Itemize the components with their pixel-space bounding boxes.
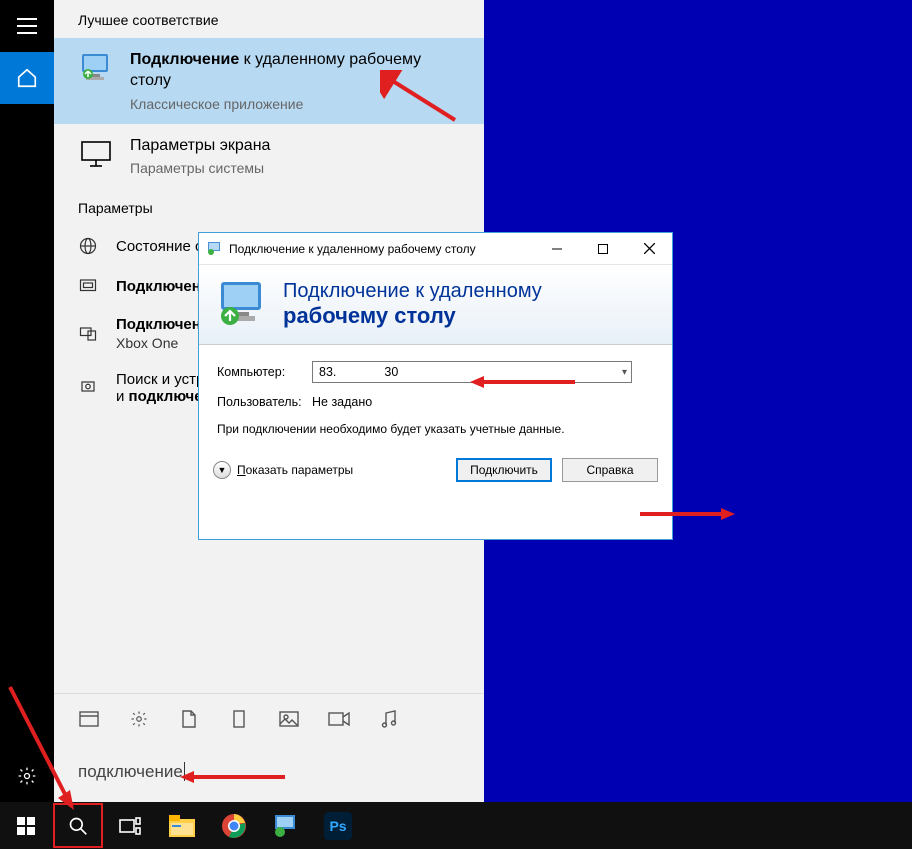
result-remote-desktop[interactable]: Подключение к удаленному рабочему столу … [54, 38, 484, 124]
monitor-icon [78, 136, 114, 172]
user-label: Пользователь: [217, 395, 312, 409]
show-options-button[interactable]: ▼ Показать параметры [213, 461, 353, 479]
chrome-icon [219, 811, 249, 841]
minimize-button[interactable] [534, 233, 580, 264]
globe-icon [78, 236, 98, 256]
filter-folders-icon[interactable] [228, 708, 250, 730]
taskbar: Ps [0, 802, 912, 849]
taskbar-chrome[interactable] [208, 802, 260, 849]
filter-videos-icon[interactable] [328, 708, 350, 730]
file-explorer-icon [167, 811, 197, 841]
rdp-dialog: Подключение к удаленному рабочему столу … [198, 232, 673, 540]
troubleshoot-icon [78, 378, 98, 398]
projection-icon [78, 276, 98, 296]
photoshop-icon: Ps [324, 812, 352, 840]
gear-icon [17, 766, 37, 786]
task-view-icon [119, 817, 141, 835]
menu-icon [17, 18, 37, 34]
start-left-rail [0, 0, 54, 802]
rdp-taskbar-icon [271, 811, 301, 841]
filter-apps-icon[interactable] [78, 708, 100, 730]
best-match-header: Лучшее соответствие [54, 0, 484, 38]
credentials-note: При подключении необходимо будет указать… [217, 421, 654, 438]
maximize-button[interactable] [580, 233, 626, 264]
filter-music-icon[interactable] [378, 708, 400, 730]
rdp-header: Подключение к удаленному рабочему столу [199, 265, 672, 345]
settings-button[interactable] [0, 750, 54, 802]
result-display-settings[interactable]: Параметры экрана Параметры системы [54, 124, 484, 189]
computer-combobox[interactable]: 83.30 ▾ [312, 361, 632, 383]
redacted-segment [336, 366, 384, 378]
search-icon [68, 816, 88, 836]
help-button[interactable]: Справка [562, 458, 658, 482]
remote-desktop-icon [78, 50, 114, 86]
filter-row [54, 693, 484, 744]
rdp-app-icon [207, 241, 223, 257]
user-value: Не задано [312, 395, 372, 409]
filter-photos-icon[interactable] [278, 708, 300, 730]
windows-icon [17, 817, 35, 835]
devices-icon [78, 324, 98, 344]
filter-settings-icon[interactable] [128, 708, 150, 730]
hamburger-button[interactable] [0, 0, 54, 52]
chevron-down-icon: ▾ [622, 367, 627, 378]
filter-documents-icon[interactable] [178, 708, 200, 730]
expand-down-icon: ▼ [213, 461, 231, 479]
task-view-button[interactable] [104, 802, 156, 849]
home-icon [16, 67, 38, 89]
computer-label: Компьютер: [217, 365, 312, 379]
params-header: Параметры [54, 188, 484, 226]
taskbar-rdp[interactable] [260, 802, 312, 849]
search-input[interactable]: подключение [54, 744, 484, 802]
start-button[interactable] [0, 802, 52, 849]
rdp-titlebar[interactable]: Подключение к удаленному рабочему столу [199, 233, 672, 265]
rdp-header-icon [215, 278, 269, 332]
taskbar-photoshop[interactable]: Ps [312, 802, 364, 849]
close-button[interactable] [626, 233, 672, 264]
taskbar-explorer[interactable] [156, 802, 208, 849]
connect-button[interactable]: Подключить [456, 458, 552, 482]
taskbar-search-button[interactable] [52, 802, 104, 849]
home-button[interactable] [0, 52, 54, 104]
